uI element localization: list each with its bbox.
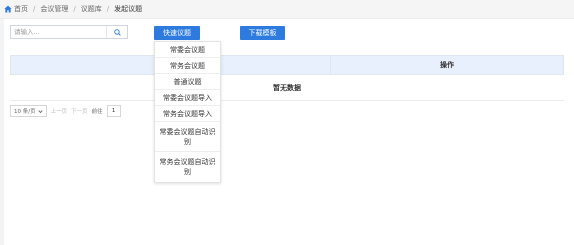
menu-item-standing-import[interactable]: 常委会议题导入 — [155, 90, 220, 106]
quick-topic-button[interactable]: 快速议题 — [154, 26, 200, 40]
menu-item-general[interactable]: 普通议题 — [155, 74, 220, 90]
search-box — [10, 25, 128, 39]
breadcrumb-separator: / — [73, 5, 76, 13]
menu-item-executive-import[interactable]: 常务会议题导入 — [155, 106, 220, 122]
breadcrumb-meeting[interactable]: 会议管理 — [40, 4, 68, 14]
page-size-value: 10 条/页 — [14, 109, 36, 115]
goto-label: 前往 — [91, 109, 103, 115]
search-icon — [113, 28, 121, 36]
next-page-button[interactable]: 下一页 — [71, 107, 88, 115]
pagination: 10 条/页 上一页 下一页 前往 1 — [10, 105, 121, 117]
breadcrumb-separator: / — [33, 5, 36, 13]
table-header: 议 操作 — [10, 55, 564, 75]
chevron-down-icon — [38, 109, 43, 113]
breadcrumb-separator: / — [106, 5, 110, 13]
column-header-actions: 操作 — [440, 61, 454, 69]
quick-topic-dropdown: 常委会议题 常务会议题 普通议题 常委会议题导入 常务会议题导入 常委会议题自动… — [154, 41, 221, 183]
breadcrumb-current: 发起议题 — [114, 5, 143, 13]
breadcrumb-home[interactable]: 首页 — [14, 4, 28, 14]
empty-state: 暂无数据 — [10, 76, 564, 101]
left-rail — [0, 19, 4, 245]
search-button[interactable] — [106, 26, 127, 38]
breadcrumb-library[interactable]: 议题库 — [81, 4, 102, 14]
search-input[interactable] — [11, 26, 106, 38]
home-icon[interactable] — [4, 5, 12, 13]
prev-page-button[interactable]: 上一页 — [51, 107, 68, 115]
breadcrumb: 首页 / 会议管理 / 议题库 / 发起议题 — [0, 0, 574, 19]
goto-page-input[interactable]: 1 — [106, 105, 121, 117]
download-template-button[interactable]: 下载模板 — [240, 26, 285, 40]
menu-item-standing-committee[interactable]: 常委会议题 — [155, 42, 220, 58]
menu-item-standing-auto-recognize[interactable]: 常委会议题自动识别 — [155, 122, 220, 152]
menu-item-executive-meeting[interactable]: 常务会议题 — [155, 58, 220, 74]
page-size-select[interactable]: 10 条/页 — [10, 105, 47, 117]
menu-item-executive-auto-recognize[interactable]: 常务会议题自动识别 — [155, 152, 220, 182]
